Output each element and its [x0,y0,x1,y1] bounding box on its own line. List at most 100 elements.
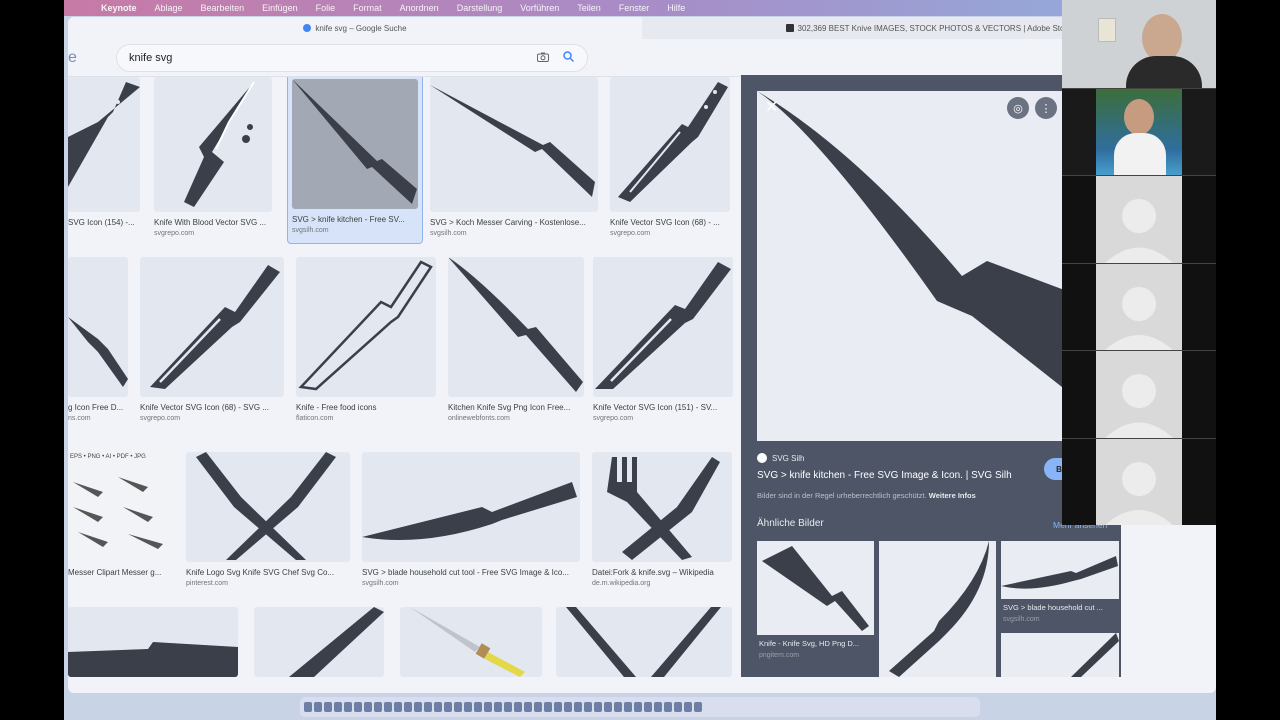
dock-app-icon[interactable] [674,702,682,712]
menu-hilfe[interactable]: Hilfe [658,3,694,13]
result-item[interactable]: Knife Vector SVG Icon (68) - SVG ... svg… [140,257,284,422]
dock-app-icon[interactable] [404,702,412,712]
dock-app-icon[interactable] [344,702,352,712]
tab-google-search[interactable]: knife svg – Google Suche [68,17,642,39]
dock-app-icon[interactable] [464,702,472,712]
result-item-selected[interactable]: SVG > knife kitchen - Free SV... svgsilh… [287,77,423,244]
result-thumbnail[interactable]: EPS • PNG • AI • PDF • JPG [68,452,172,562]
menu-darstellung[interactable]: Darstellung [448,3,512,13]
menu-vorfuehren[interactable]: Vorführen [511,3,568,13]
result-item[interactable]: Knife - Free food icons flaticon.com [296,257,436,422]
dock-app-icon[interactable] [524,702,532,712]
google-logo[interactable]: e [68,49,77,67]
result-thumbnail[interactable] [556,607,732,677]
more-options-icon[interactable]: ⋮ [1035,97,1057,119]
similar-image[interactable] [879,541,996,677]
menu-folie[interactable]: Folie [307,3,345,13]
participant-video[interactable] [1062,0,1216,88]
dock-app-icon[interactable] [484,702,492,712]
dock-app-icon[interactable] [354,702,362,712]
dock-app-icon[interactable] [374,702,382,712]
dock-app-icon[interactable] [694,702,702,712]
lens-icon[interactable]: ◎ [1007,97,1029,119]
dock-app-icon[interactable] [634,702,642,712]
dock-app-icon[interactable] [654,702,662,712]
result-thumbnail[interactable] [592,452,732,562]
result-thumbnail[interactable] [362,452,580,562]
dock-app-icon[interactable] [314,702,322,712]
menu-einfuegen[interactable]: Einfügen [253,3,307,13]
result-thumbnail[interactable] [430,77,598,212]
search-input[interactable]: knife svg [116,44,588,72]
result-item[interactable]: Knife Vector SVG Icon (68) - ... svgrepo… [610,77,730,237]
dock-app-icon[interactable] [384,702,392,712]
result-thumbnail[interactable] [448,257,584,397]
menu-ablage[interactable]: Ablage [146,3,192,13]
similar-image[interactable] [1001,633,1119,677]
participant-video[interactable] [1062,175,1216,263]
result-item[interactable] [254,607,384,677]
dock-app-icon[interactable] [564,702,572,712]
menu-app-keynote[interactable]: Keynote [92,3,146,13]
dock-app-icon[interactable] [394,702,402,712]
result-item[interactable]: SVG Icon (154) -... [68,77,140,230]
dock-app-icon[interactable] [644,702,652,712]
result-thumbnail[interactable] [140,257,284,397]
result-item[interactable] [68,607,238,677]
result-item[interactable]: Knife Logo Svg Knife SVG Chef Svg Co... … [186,452,350,587]
dock-app-icon[interactable] [604,702,612,712]
dock-app-icon[interactable] [414,702,422,712]
result-thumbnail[interactable] [186,452,350,562]
result-thumbnail[interactable] [154,77,272,212]
preview-image[interactable] [757,91,1067,441]
menu-format[interactable]: Format [344,3,391,13]
similar-image[interactable] [757,541,874,635]
dock-app-icon[interactable] [544,702,552,712]
dock-app-icon[interactable] [424,702,432,712]
result-item[interactable]: Kitchen Knife Svg Png Icon Free... onlin… [448,257,584,422]
result-thumbnail[interactable] [68,257,128,397]
dock-app-icon[interactable] [364,702,372,712]
similar-image[interactable] [1001,541,1119,599]
dock-app-icon[interactable] [584,702,592,712]
menu-teilen[interactable]: Teilen [568,3,610,13]
result-thumbnail[interactable] [68,607,238,677]
result-thumbnail[interactable] [292,79,418,209]
result-item[interactable] [556,607,732,677]
dock-app-icon[interactable] [664,702,672,712]
dock-app-icon[interactable] [454,702,462,712]
dock-app-icon[interactable] [444,702,452,712]
search-icon[interactable] [563,51,575,65]
dock-app-icon[interactable] [614,702,622,712]
dock-app-icon[interactable] [494,702,502,712]
dock-app-icon[interactable] [594,702,602,712]
participant-video[interactable] [1062,263,1216,350]
menu-bearbeiten[interactable]: Bearbeiten [192,3,254,13]
dock-app-icon[interactable] [514,702,522,712]
result-item[interactable]: SVG > blade household cut tool - Free SV… [362,452,580,587]
result-item[interactable]: EPS • PNG • AI • PDF • JPG Messer Clipar… [68,452,172,580]
close-icon[interactable]: ✕ [765,97,778,117]
more-info-link[interactable]: Weitere Infos [929,491,976,500]
dock-app-icon[interactable] [534,702,542,712]
dock-app-icon[interactable] [574,702,582,712]
menu-fenster[interactable]: Fenster [610,3,659,13]
result-thumbnail[interactable] [254,607,384,677]
result-thumbnail[interactable] [610,77,730,212]
result-thumbnail[interactable] [593,257,733,397]
camera-icon[interactable] [537,52,549,65]
dock-app-icon[interactable] [684,702,692,712]
dock-app-icon[interactable] [474,702,482,712]
result-item[interactable] [400,607,542,677]
dock-app-icon[interactable] [304,702,312,712]
result-item[interactable]: Datei:Fork & knife.svg – Wikipedia de.m.… [592,452,732,587]
preview-source[interactable]: SVG Silh [757,453,804,463]
participant-video[interactable] [1062,88,1216,175]
result-item[interactable]: g Icon Free D... ns.com [68,257,128,422]
preview-title[interactable]: SVG > knife kitchen - Free SVG Image & I… [757,470,1012,481]
result-item[interactable]: SVG > Koch Messer Carving - Kostenlose..… [430,77,598,237]
menu-anordnen[interactable]: Anordnen [391,3,448,13]
result-thumbnail[interactable] [68,77,140,212]
result-item[interactable]: Knife With Blood Vector SVG ... svgrepo.… [154,77,272,237]
result-item[interactable]: Knife Vector SVG Icon (151) - SV... svgr… [593,257,733,422]
